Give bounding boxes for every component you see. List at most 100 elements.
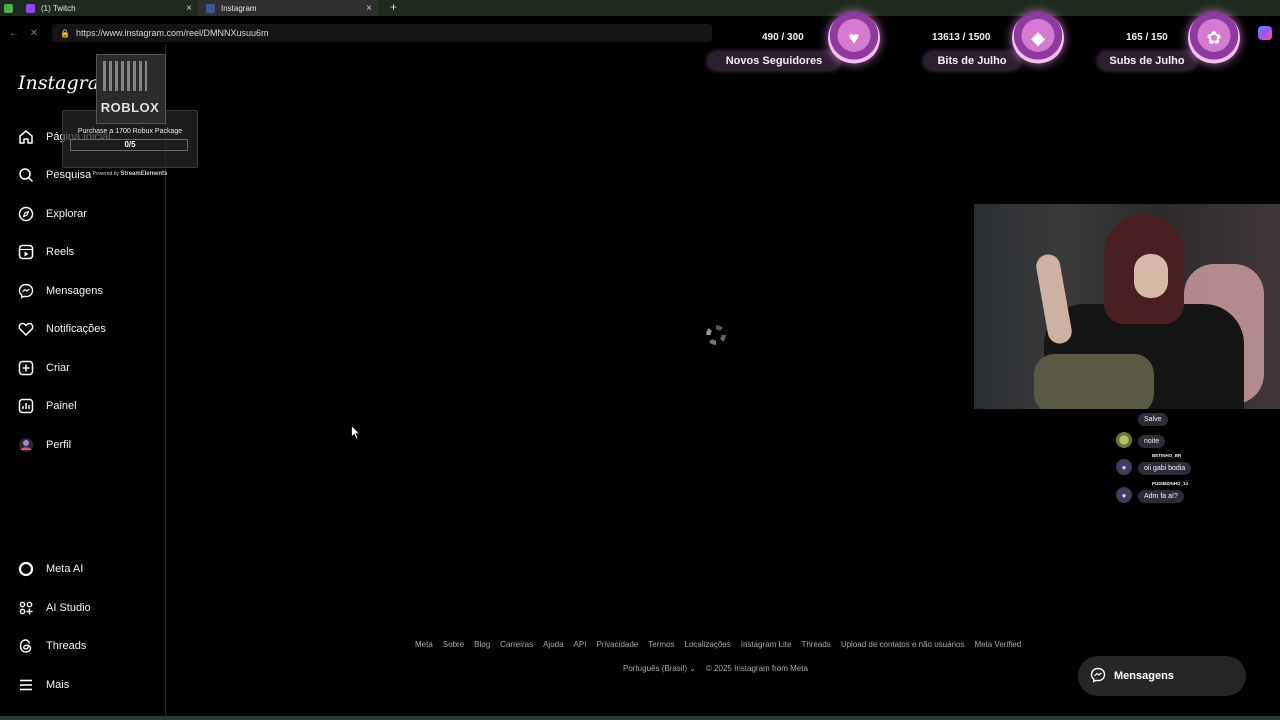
sidebar-item-create[interactable]: Criar — [18, 358, 70, 378]
dashboard-icon — [18, 398, 34, 414]
sidebar-item-label: AI Studio — [46, 602, 91, 614]
sidebar-item-messages[interactable]: Mensagens — [18, 281, 103, 301]
close-icon[interactable]: × — [366, 3, 372, 14]
goal-bits: 13613 / 1500 Bits de Julho ◆ — [924, 10, 1074, 72]
pinned-tab-icon — [4, 3, 13, 13]
copyright: © 2025 Instagram from Meta — [705, 664, 808, 673]
sidebar-item-label: Threads — [46, 640, 87, 652]
flower-icon: ✿ — [1188, 12, 1240, 64]
purchase-progress-text: 0/5 — [124, 140, 136, 149]
loading-spinner-icon — [706, 325, 726, 345]
powered-by-label: Powered by StreamElements — [62, 171, 198, 177]
copilot-icon[interactable] — [1258, 26, 1272, 40]
tab-label: (1) Twitch — [41, 3, 76, 13]
sidebar-item-label: Notificações — [46, 323, 106, 335]
stop-loading-icon[interactable]: ✕ — [28, 28, 40, 39]
sidebar-item-explore[interactable]: Explorar — [18, 204, 87, 224]
avatar — [18, 437, 34, 453]
lock-icon: 🔒 — [60, 28, 70, 38]
home-icon — [18, 129, 34, 145]
footer-link[interactable]: Meta — [415, 640, 433, 649]
compass-icon — [18, 206, 34, 222]
sidebar-item-meta-ai[interactable]: Meta AI — [18, 559, 83, 579]
streamer-arm — [1034, 252, 1074, 346]
chat-message: oii gabi bodia — [1138, 462, 1192, 475]
goal-subs: 165 / 150 Subs de Julho ✿ — [1098, 10, 1248, 72]
goal-label: Novos Seguidores — [708, 52, 840, 70]
footer-link[interactable]: Instagram Lite — [741, 640, 792, 649]
language-select[interactable]: Português (Brasil) ⌄ — [623, 664, 696, 673]
address-bar-row: ← ✕ 🔒 https://www.instagram.com/reel/DMN… — [0, 22, 1280, 44]
sidebar-item-label: Mais — [46, 679, 70, 691]
footer-link[interactable]: Blog — [474, 640, 490, 649]
chat-message: noite — [1138, 435, 1166, 448]
chat-message: Salve — [1138, 413, 1168, 426]
tab-label: Instagram — [221, 3, 257, 13]
user-icon: ● — [1116, 487, 1132, 503]
sidebar-item-reels[interactable]: Reels — [18, 242, 74, 262]
close-icon[interactable]: × — [186, 3, 192, 14]
sidebar-item-label: Criar — [46, 362, 70, 374]
chat-username: BETINHO_BR — [1152, 453, 1182, 458]
url-field[interactable]: 🔒 https://www.instagram.com/reel/DMNNXus… — [52, 24, 712, 42]
powered-prefix: Powered by — [92, 171, 119, 177]
footer-link[interactable]: Meta Verified — [974, 640, 1021, 649]
sidebar-item-notifications[interactable]: Notificações — [18, 319, 106, 339]
language-label: Português (Brasil) — [623, 664, 688, 673]
new-tab-button[interactable]: + — [390, 0, 397, 16]
powered-brand: StreamElements — [120, 171, 168, 177]
sidebar-item-dashboard[interactable]: Painel — [18, 396, 77, 416]
footer-link[interactable]: Localizações — [685, 640, 731, 649]
footer-link[interactable]: Threads — [801, 640, 830, 649]
goal-label: Subs de Julho — [1098, 52, 1196, 70]
footer-link[interactable]: Upload de contatos e não usuários — [841, 640, 965, 649]
heart-icon: ♥ — [828, 12, 880, 64]
roblox-logo: ROBLOX — [100, 100, 160, 115]
footer-link[interactable]: Carreiras — [500, 640, 533, 649]
goal-count: 490 / 300 — [762, 32, 804, 43]
footer-link[interactable]: Termos — [648, 640, 674, 649]
tab-twitch[interactable]: (1) Twitch × — [18, 0, 198, 16]
menu-icon — [18, 677, 34, 693]
plus-square-icon — [18, 360, 34, 376]
goal-followers: 490 / 300 Novos Seguidores ♥ — [708, 10, 890, 72]
messenger-icon — [18, 283, 34, 299]
tab-pinned[interactable] — [0, 0, 18, 16]
footer-link[interactable]: Ajuda — [543, 640, 563, 649]
twitch-icon — [26, 3, 35, 13]
goal-count: 165 / 150 — [1126, 32, 1168, 43]
streamer-legs — [1034, 354, 1154, 409]
chevron-down-icon: ⌄ — [689, 664, 696, 673]
ai-studio-icon — [18, 600, 34, 616]
threads-icon — [18, 638, 34, 654]
sidebar-item-label: Explorar — [46, 208, 87, 220]
meta-ai-icon — [18, 561, 34, 577]
goal-label: Bits de Julho — [924, 52, 1020, 70]
instagram-favicon-icon — [206, 3, 215, 13]
roblox-qr-overlay: ROBLOX Purchase a 1700 Robux Package 0/5… — [62, 54, 198, 182]
url-text: https://www.instagram.com/reel/DMNNXusuu… — [75, 28, 269, 38]
window-bottom-border — [0, 716, 1280, 720]
streamer-face — [1134, 254, 1168, 298]
messages-button[interactable]: Mensagens — [1078, 656, 1246, 696]
sidebar-item-more[interactable]: Mais — [18, 675, 69, 695]
sidebar-item-ai-studio[interactable]: AI Studio — [18, 598, 91, 618]
goal-count: 13613 / 1500 — [932, 32, 991, 43]
sidebar-item-threads[interactable]: Threads — [18, 636, 86, 656]
sidebar-item-label: Perfil — [46, 439, 72, 451]
webcam-feed — [974, 204, 1280, 409]
tab-instagram[interactable]: Instagram × — [198, 0, 378, 16]
sidebar-item-label: Mensagens — [46, 285, 103, 297]
reels-icon — [18, 244, 34, 260]
back-icon[interactable]: ← — [8, 28, 20, 39]
bits-gem-icon: ◆ — [1012, 12, 1064, 64]
footer-link[interactable]: API — [574, 640, 587, 649]
chat-message: Adm fa aí? — [1138, 490, 1184, 503]
footer-link[interactable]: Sobre — [443, 640, 464, 649]
chat-avatar — [1116, 432, 1132, 448]
chat-username: PUDIMZINHO_14 — [1152, 481, 1189, 486]
footer-links: Meta Sobre Blog Carreiras Ajuda API Priv… — [415, 640, 1021, 649]
sidebar-item-profile[interactable]: Perfil — [18, 435, 71, 455]
messenger-icon — [1090, 667, 1106, 686]
footer-link[interactable]: Privacidade — [596, 640, 638, 649]
